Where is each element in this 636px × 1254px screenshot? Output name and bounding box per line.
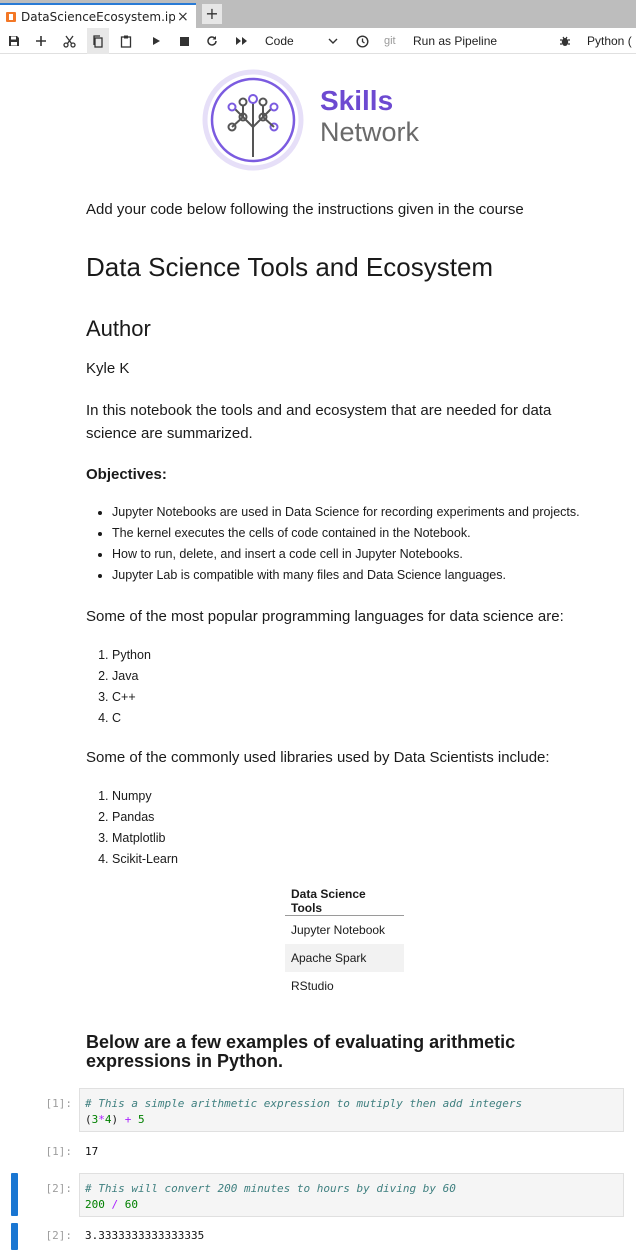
arithmetic-heading-line-1: Below are a few examples of evaluating a… (86, 1032, 516, 1052)
chevron-down-icon[interactable] (324, 28, 342, 54)
notebook-title: Data Science Tools and Ecosystem (86, 252, 494, 282)
output-prompt: [2]: (45, 1229, 73, 1242)
table-cell: RStudio (291, 979, 334, 993)
run-icon[interactable] (146, 28, 166, 54)
git-label[interactable]: git (384, 28, 396, 54)
logo-tree-icon (202, 69, 304, 171)
cell-type-select[interactable]: Code (265, 28, 294, 54)
languages-intro: Some of the most popular programming lan… (86, 608, 564, 625)
input-prompt: [1]: (45, 1097, 73, 1110)
notebook-panel: Skills Network Add your code below follo… (0, 54, 636, 1254)
code-line: (3*4) + 5 (85, 1113, 145, 1126)
list-item: Scikit-Learn (112, 849, 178, 870)
logo-text-network: Network (320, 117, 420, 147)
list-item: Pandas (112, 807, 178, 828)
stop-icon[interactable] (174, 28, 194, 54)
languages-list: Python Java C++ C (86, 645, 151, 729)
list-item: C++ (112, 687, 151, 708)
tab-title: DataScienceEcosystem.ipyn (21, 9, 175, 24)
notebook-icon (6, 11, 16, 22)
notebook-tab[interactable]: DataScienceEcosystem.ipyn × (0, 3, 196, 28)
notebook-toolbar: Code git Run as Pipeline Python ( (0, 28, 636, 54)
summary-line-1: In this notebook the tools and and ecosy… (86, 402, 552, 419)
intro-text: Add your code below following the instru… (86, 201, 524, 218)
list-item: Python (112, 645, 151, 666)
run-pipeline-button[interactable]: Run as Pipeline (413, 28, 497, 54)
list-item: Numpy (112, 786, 178, 807)
debug-bug-icon[interactable] (555, 28, 575, 54)
new-tab-button[interactable]: + (202, 4, 222, 24)
list-item: Matplotlib (112, 828, 178, 849)
summary-line-2: science are summarized. (86, 425, 253, 442)
arithmetic-heading-line-2: expressions in Python. (86, 1051, 284, 1071)
copy-icon[interactable] (87, 28, 109, 54)
tab-bar: DataScienceEcosystem.ipyn × + (0, 0, 636, 28)
table-cell: Jupyter Notebook (291, 923, 386, 937)
list-item: The kernel executes the cells of code co… (112, 523, 580, 544)
list-item: Java (112, 666, 151, 687)
clock-icon[interactable] (352, 28, 372, 54)
paste-icon[interactable] (116, 28, 136, 54)
code-comment: # This a simple arithmetic expression to… (85, 1097, 523, 1110)
tools-table: Data Science Tools Jupyter Notebook Apac… (285, 887, 404, 1000)
libraries-intro: Some of the commonly used libraries used… (86, 749, 550, 766)
add-cell-icon[interactable] (31, 28, 51, 54)
objectives-list: Jupyter Notebooks are used in Data Scien… (86, 502, 580, 586)
code-editor[interactable]: # This will convert 200 minutes to hours… (79, 1173, 624, 1217)
list-item: Jupyter Lab is compatible with many file… (112, 565, 580, 586)
table-cell: Apache Spark (285, 944, 404, 972)
code-line: 200 / 60 (85, 1198, 138, 1211)
fast-forward-icon[interactable] (230, 28, 252, 54)
save-icon[interactable] (4, 28, 24, 54)
kernel-name[interactable]: Python ( (587, 28, 632, 54)
cell-output: 17 (85, 1145, 99, 1158)
table-header: Data Science Tools (285, 887, 404, 916)
input-prompt: [2]: (45, 1182, 73, 1195)
tab-close-icon[interactable]: × (177, 9, 189, 25)
list-item: How to run, delete, and insert a code ce… (112, 544, 580, 565)
cell-output: 3.3333333333333335 (85, 1229, 205, 1242)
libraries-list: Numpy Pandas Matplotlib Scikit-Learn (86, 786, 178, 870)
author-heading: Author (86, 316, 151, 341)
cut-icon[interactable] (59, 28, 79, 54)
objectives-heading: Objectives: (86, 466, 167, 483)
skills-network-logo: Skills Network (202, 69, 442, 171)
author-name: Kyle K (86, 360, 130, 377)
output-prompt: [1]: (45, 1145, 73, 1158)
list-item: C (112, 708, 151, 729)
list-item: Jupyter Notebooks are used in Data Scien… (112, 502, 580, 523)
code-editor[interactable]: # This a simple arithmetic expression to… (79, 1088, 624, 1132)
code-comment: # This will convert 200 minutes to hours… (85, 1182, 456, 1195)
logo-text-skills: Skills (320, 85, 394, 116)
restart-icon[interactable] (202, 28, 222, 54)
